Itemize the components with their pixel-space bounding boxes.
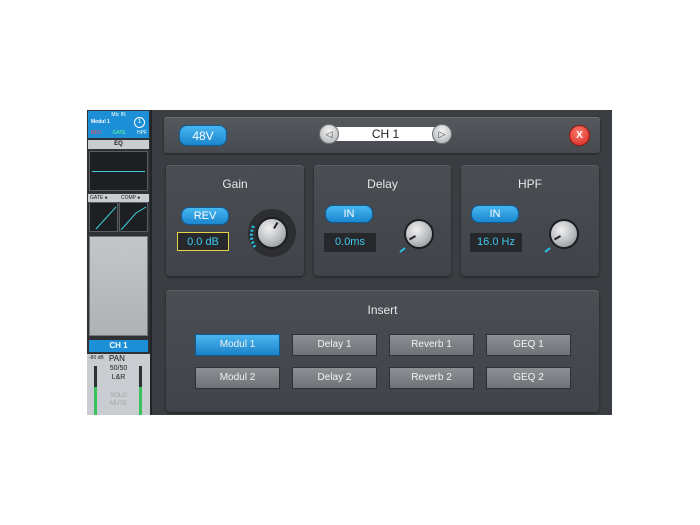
gain-title: Gain [222, 177, 248, 191]
channel-strip: Mic IN Modul 1 1 REV GATE HPF EQ GATE ● … [87, 110, 152, 415]
insert-delay-2-button[interactable]: Delay 2 [292, 367, 377, 389]
gate-curve-icon [95, 206, 117, 230]
strip-number-badge: 1 [134, 117, 145, 128]
dynamics-labels: GATE ● COMP ● [88, 194, 149, 202]
main-area: 48V CH 1 ◁ ▷ X Gain REV 0.0 dB Delay IN … [152, 110, 612, 415]
eq-thumbnail[interactable] [89, 151, 148, 191]
gain-value[interactable]: 0.0 dB [177, 232, 229, 251]
meter-left [94, 366, 97, 415]
hpf-knob-cap [549, 219, 579, 249]
delay-knob-cap [404, 219, 434, 249]
gain-knob[interactable] [246, 207, 298, 259]
level-db: -80 dB [89, 355, 104, 361]
channel-name[interactable]: CH 1 [331, 127, 440, 141]
strip-header[interactable]: Mic IN Modul 1 1 REV GATE HPF [88, 111, 149, 138]
rev-button[interactable]: REV [181, 207, 229, 225]
prev-channel-icon[interactable]: ◁ [319, 124, 339, 144]
gain-knob-cap [256, 217, 288, 249]
insert-title: Insert [367, 303, 398, 317]
gate-label: GATE ● [90, 195, 108, 201]
comp-label: COMP ● [121, 195, 141, 201]
insert-geq-1-button[interactable]: GEQ 1 [486, 334, 571, 356]
next-channel-icon[interactable]: ▷ [432, 124, 452, 144]
channel-selector: CH 1 ◁ ▷ [319, 124, 452, 144]
close-icon[interactable]: X [569, 125, 590, 146]
gate-thumbnail[interactable] [89, 202, 118, 232]
hpf-value[interactable]: 16.0 Hz [470, 233, 522, 252]
comp-thumbnail[interactable] [119, 202, 148, 232]
hpf-knob[interactable] [541, 215, 583, 257]
delay-in-button[interactable]: IN [325, 205, 373, 223]
strip-blank-area [89, 236, 148, 336]
insert-geq-2-button[interactable]: GEQ 2 [486, 367, 571, 389]
pan-area[interactable]: -80 dB PAN 50/50 L&R SOLO MUTE [87, 354, 150, 415]
insert-modul-2-button[interactable]: Modul 2 [195, 367, 280, 389]
hpf-title: HPF [518, 177, 542, 191]
meter-right [139, 366, 142, 415]
insert-delay-1-button[interactable]: Delay 1 [292, 334, 377, 356]
strip-flag-gate: GATE [112, 130, 126, 136]
mixer-screen: Mic IN Modul 1 1 REV GATE HPF EQ GATE ● … [87, 110, 612, 415]
comp-curve-icon [120, 206, 147, 231]
eq-label: EQ [88, 140, 149, 149]
strip-channel-label[interactable]: CH 1 [89, 340, 148, 352]
top-bar: 48V CH 1 ◁ ▷ X [164, 117, 600, 153]
insert-modul-1-button[interactable]: Modul 1 [195, 334, 280, 356]
delay-title: Delay [367, 177, 398, 191]
strip-flag-rev: REV [91, 130, 102, 136]
insert-panel: Insert Modul 1 Delay 1 Reverb 1 GEQ 1 Mo… [166, 290, 599, 412]
strip-flags: REV GATE HPF [91, 130, 147, 136]
hpf-in-button[interactable]: IN [471, 205, 519, 223]
gain-panel: Gain REV 0.0 dB [166, 165, 304, 276]
strip-module: Modul 1 [91, 119, 110, 125]
insert-reverb-1-button[interactable]: Reverb 1 [389, 334, 474, 356]
insert-reverb-2-button[interactable]: Reverb 2 [389, 367, 474, 389]
phantom-48v-button[interactable]: 48V [179, 125, 227, 146]
pan-label: PAN [109, 354, 125, 363]
delay-panel: Delay IN 0.0ms [314, 165, 451, 276]
hpf-panel: HPF IN 16.0 Hz [461, 165, 599, 276]
delay-value[interactable]: 0.0ms [324, 233, 376, 252]
delay-knob[interactable] [396, 215, 438, 257]
strip-flag-hpf: HPF [137, 130, 147, 136]
